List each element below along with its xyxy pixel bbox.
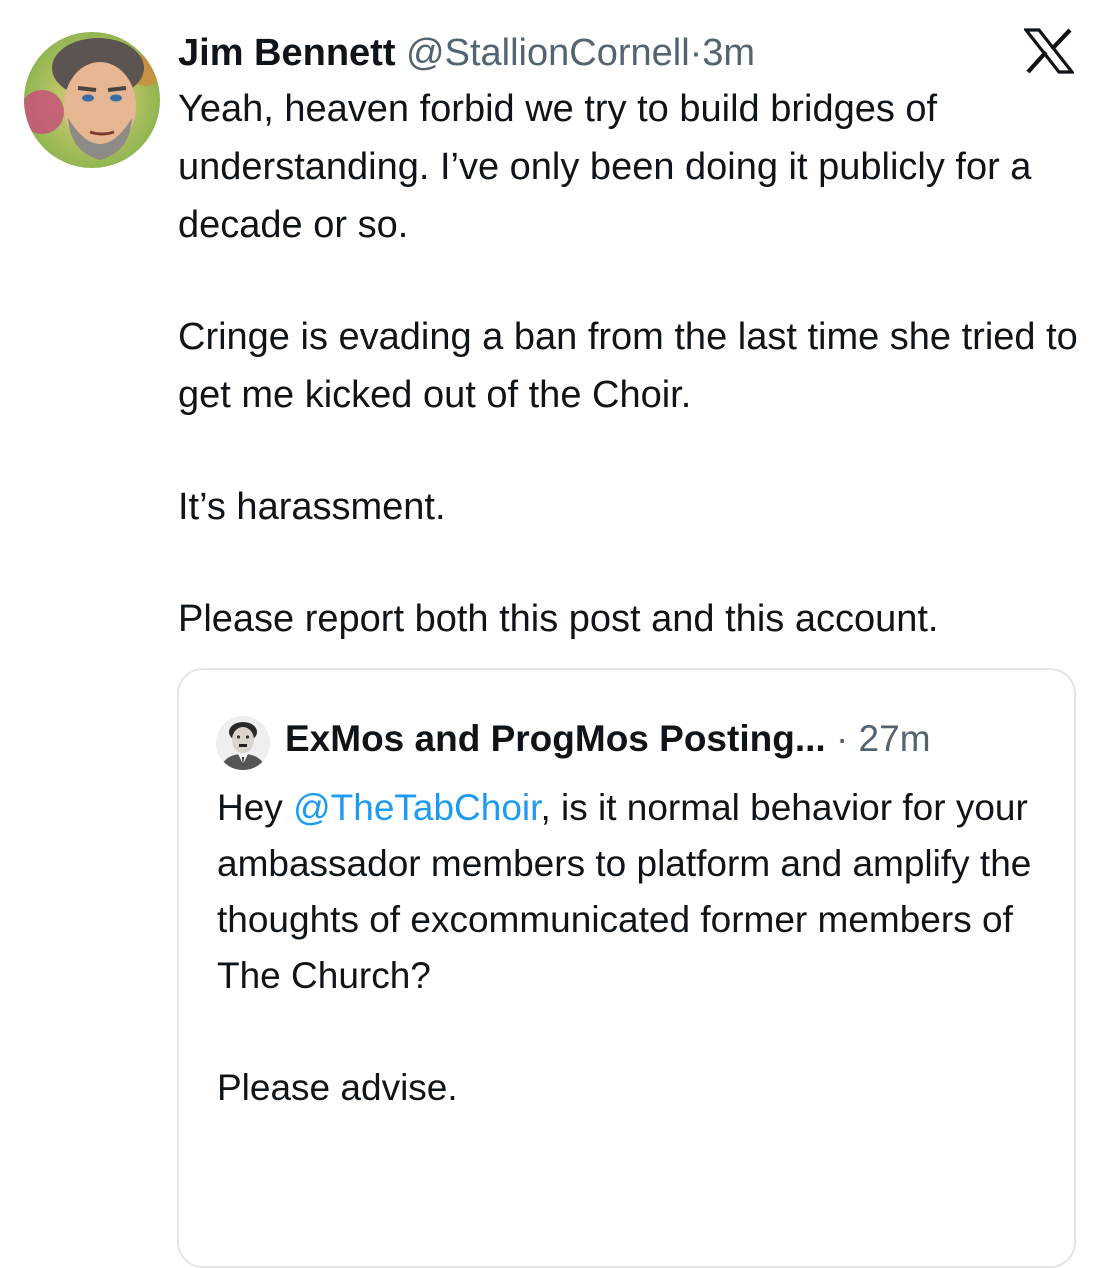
mention-link[interactable]: @TheTabChoir (293, 787, 540, 828)
quoted-closing: Please advise. (217, 1067, 458, 1108)
quoted-tweet-card[interactable]: ExMos and ProgMos Posting... · 27m Hey @… (177, 668, 1076, 1268)
quoted-text-prefix: Hey (217, 787, 294, 828)
author-handle[interactable]: @StallionCornell (406, 32, 690, 74)
quoted-tweet-header: ExMos and ProgMos Posting... · 27m (285, 712, 931, 766)
quoted-author-name[interactable]: ExMos and ProgMos Posting... (285, 718, 826, 759)
quoted-paragraph: Hey @TheTabChoir, is it normal behavior … (217, 780, 1047, 1004)
quoted-tweet-body: Hey @TheTabChoir, is it normal behavior … (217, 780, 1047, 1116)
tweet-body: Yeah, heaven forbid we try to build brid… (178, 80, 1078, 648)
author-avatar[interactable] (24, 32, 160, 168)
tweet-paragraph: Cringe is evading a ban from the last ti… (178, 316, 1078, 416)
x-logo-icon (1024, 28, 1074, 74)
tweet-header: Jim Bennett @StallionCornell·3m (178, 26, 755, 80)
post-time[interactable]: 3m (702, 32, 755, 74)
tweet-paragraph: It’s harassment. (178, 486, 446, 528)
quoted-author-avatar[interactable] (216, 716, 270, 770)
tweet-paragraph: Please report both this post and this ac… (178, 598, 939, 640)
header-separator: · (689, 32, 703, 74)
vintage-portrait-avatar-icon (216, 716, 270, 770)
quoted-post-time[interactable]: 27m (859, 718, 931, 759)
portrait-avatar-icon (24, 32, 160, 168)
quoted-header-separator: · (835, 718, 849, 759)
author-name[interactable]: Jim Bennett (178, 32, 395, 74)
tweet-paragraph: Yeah, heaven forbid we try to build brid… (178, 88, 1032, 246)
